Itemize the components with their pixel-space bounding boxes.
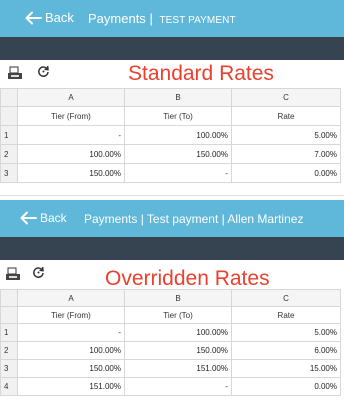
rates-heading: Standard Rates (128, 62, 274, 85)
row-number: 2 (0, 144, 18, 164)
save-icon (6, 267, 20, 280)
overridden-rates-screen: Back Payments | Test payment | Allen Mar… (0, 200, 344, 400)
back-arrow-icon (20, 211, 37, 225)
table-row: 1 - 100.00% 5.00% (0, 323, 341, 342)
cell-tier-from[interactable]: 150.00% (17, 359, 125, 378)
cell-rate[interactable]: 0.00% (231, 163, 341, 183)
table-row: 1 - 100.00% 5.00% (0, 125, 341, 145)
cell-tier-from[interactable]: - (17, 323, 125, 342)
cell-tier-to[interactable]: 151.00% (124, 359, 232, 378)
cell-tier-to[interactable]: 150.00% (124, 144, 232, 164)
table-row: 2 100.00% 150.00% 7.00% (0, 144, 341, 164)
table-corner (0, 289, 18, 307)
save-icon (8, 66, 22, 79)
save-button[interactable] (5, 267, 21, 286)
app-header: Back Payments | TEST PAYMENT (0, 0, 344, 37)
subheader-tier-to: Tier (To) (124, 306, 232, 324)
refresh-button[interactable] (37, 65, 50, 83)
column-header[interactable]: C (231, 289, 341, 307)
cell-rate[interactable]: 5.00% (231, 323, 341, 342)
cell-tier-to[interactable]: - (124, 163, 232, 183)
page-title: Payments | Test payment | Allen Martinez (84, 212, 304, 226)
back-label: Back (40, 211, 67, 225)
subheader-tier-to: Tier (To) (124, 106, 232, 126)
subheader-tier-from: Tier (From) (17, 106, 125, 126)
row-number: 3 (0, 359, 18, 378)
cell-tier-to[interactable]: 100.00% (124, 125, 232, 145)
cell-tier-from[interactable]: 100.00% (17, 341, 125, 360)
back-arrow-icon (25, 11, 42, 24)
back-label: Back (45, 10, 74, 25)
toolbar-bar (0, 37, 344, 60)
cell-tier-to[interactable]: 150.00% (124, 341, 232, 360)
rates-table: A B C Tier (From) Tier (To) Rate 1 - 100… (0, 289, 341, 396)
save-button[interactable] (7, 66, 23, 85)
back-button[interactable]: Back (24, 10, 74, 25)
column-header[interactable]: C (231, 88, 341, 107)
table-corner (0, 88, 18, 107)
cell-tier-to[interactable]: - (124, 377, 232, 396)
table-row: 4 151.00% - 0.00% (0, 377, 341, 396)
table-row: 2 100.00% 150.00% 6.00% (0, 341, 341, 360)
cell-rate[interactable]: 6.00% (231, 341, 341, 360)
row-number: 1 (0, 125, 18, 145)
row-number: 1 (0, 323, 18, 342)
rates-heading: Overridden Rates (105, 267, 270, 290)
cell-rate[interactable]: 7.00% (231, 144, 341, 164)
row-number: 2 (0, 341, 18, 360)
cell-tier-from[interactable]: 150.00% (17, 163, 125, 183)
title-main: Payments (88, 11, 146, 26)
row-number (0, 306, 18, 324)
subheader-rate: Rate (231, 306, 341, 324)
app-header: Back Payments | Test payment | Allen Mar… (0, 200, 344, 237)
cell-rate[interactable]: 5.00% (231, 125, 341, 145)
refresh-icon (33, 266, 44, 278)
title-separator: | (149, 11, 153, 26)
column-header[interactable]: A (17, 289, 125, 307)
table-row: 3 150.00% 151.00% 15.00% (0, 359, 341, 378)
rates-table: A B C Tier (From) Tier (To) Rate 1 - 100… (0, 88, 341, 183)
title-sub: TEST PAYMENT (159, 15, 236, 26)
refresh-button[interactable] (32, 266, 45, 284)
column-header[interactable]: A (17, 88, 125, 107)
page-title: Payments | TEST PAYMENT (88, 11, 236, 26)
cell-tier-from[interactable]: 100.00% (17, 144, 125, 164)
cell-rate[interactable]: 15.00% (231, 359, 341, 378)
cell-tier-from[interactable]: 151.00% (17, 377, 125, 396)
toolbar-bar (0, 237, 344, 260)
standard-rates-screen: Back Payments | TEST PAYMENT Standard Ra… (0, 0, 344, 190)
refresh-icon (38, 65, 49, 77)
subheader-tier-from: Tier (From) (17, 306, 125, 324)
subheader-rate: Rate (231, 106, 341, 126)
row-number: 4 (0, 377, 18, 396)
row-number: 3 (0, 163, 18, 183)
cell-tier-to[interactable]: 100.00% (124, 323, 232, 342)
column-header[interactable]: B (124, 289, 232, 307)
cell-tier-from[interactable]: - (17, 125, 125, 145)
row-number (0, 106, 18, 126)
table-row: 3 150.00% - 0.00% (0, 163, 341, 183)
screen-divider (0, 195, 344, 196)
column-header[interactable]: B (124, 88, 232, 107)
back-button[interactable]: Back (19, 211, 67, 225)
cell-rate[interactable]: 0.00% (231, 377, 341, 396)
